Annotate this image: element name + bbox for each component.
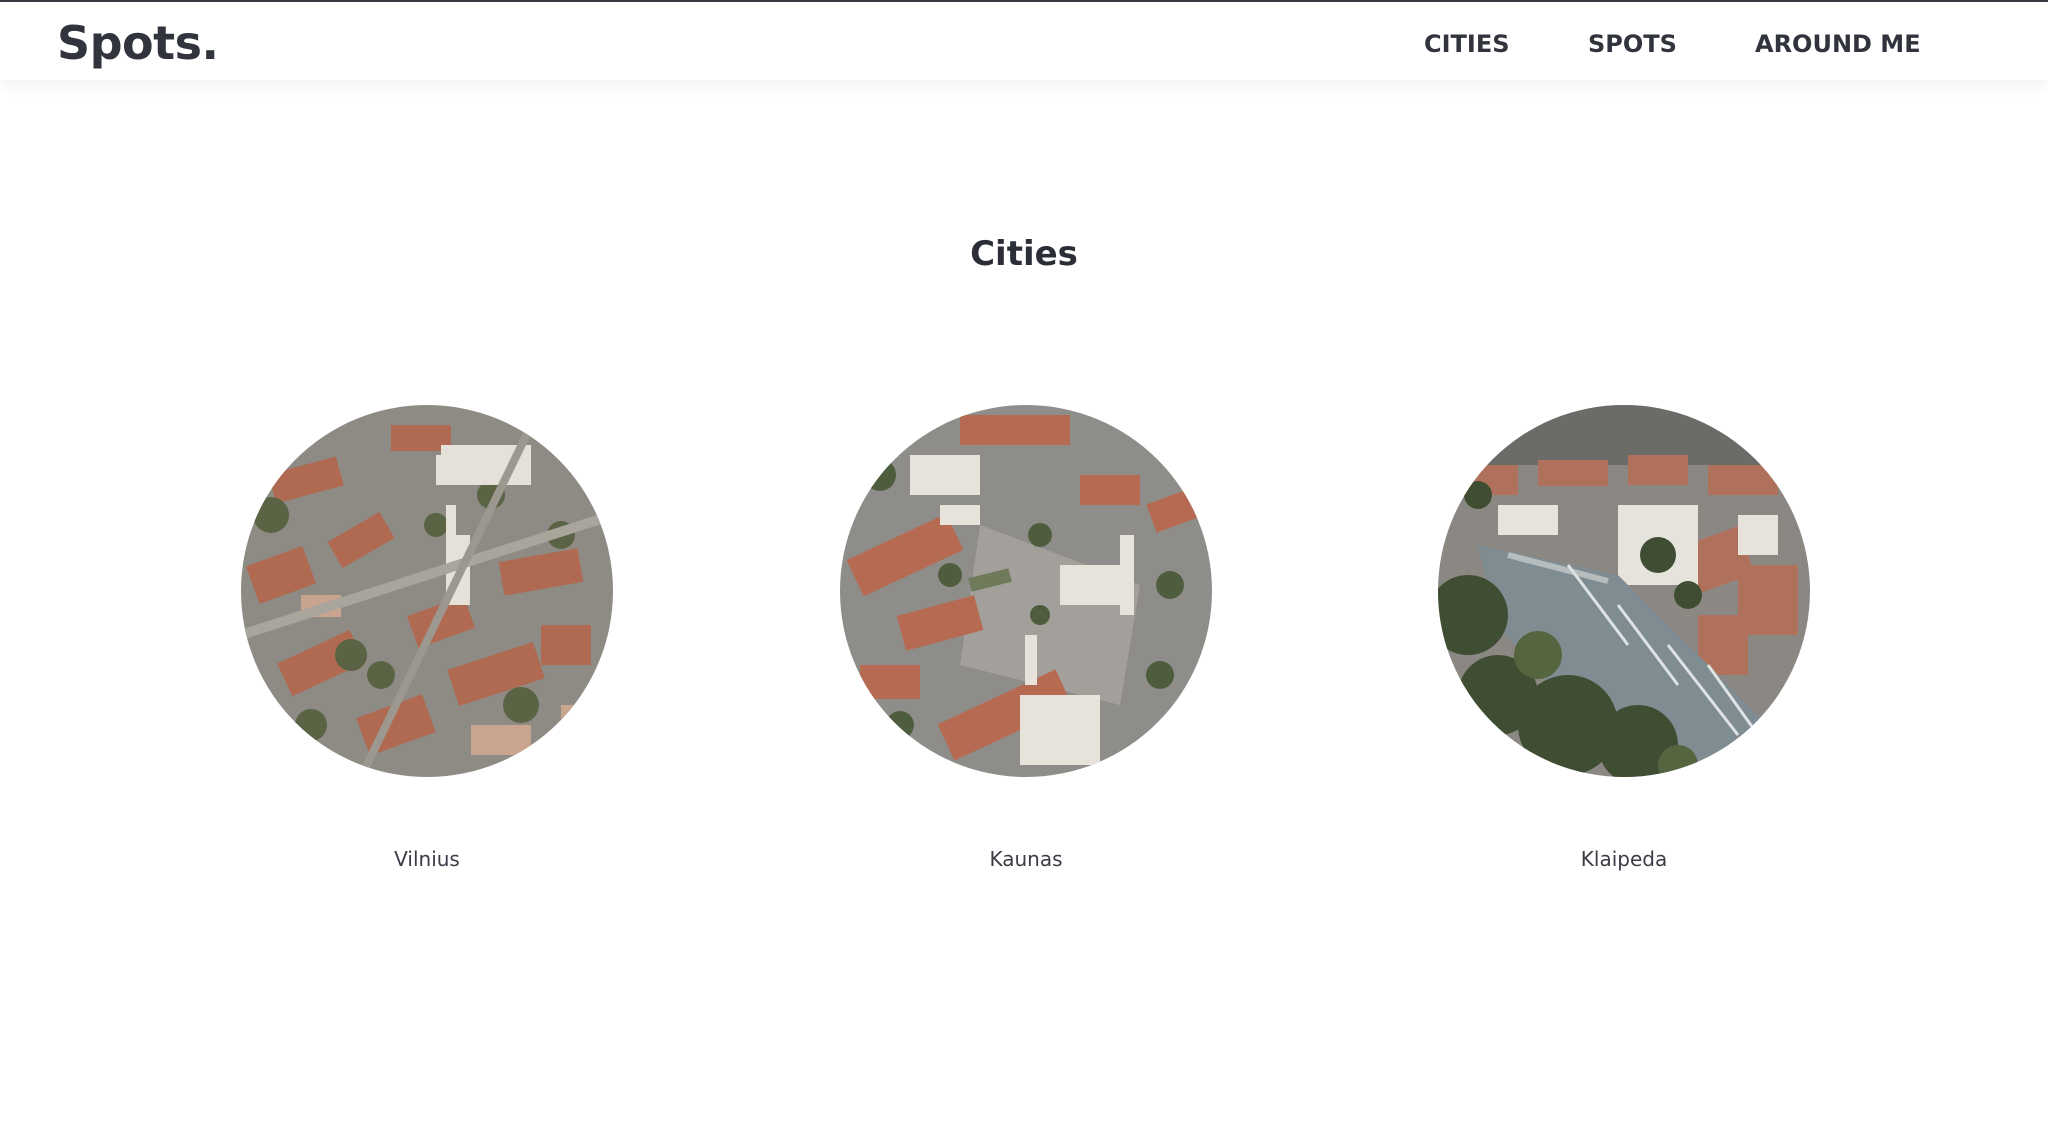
city-image-kaunas[interactable] — [840, 405, 1212, 777]
page: Spots. CITIES SPOTS AROUND ME Cities Vil… — [0, 0, 2048, 1138]
page-title: Cities — [970, 234, 1078, 274]
site-logo[interactable]: Spots. — [57, 12, 219, 74]
aerial-photo-vilnius — [241, 405, 613, 777]
nav-link-cities[interactable]: CITIES — [1424, 26, 1510, 62]
nav-link-spots[interactable]: SPOTS — [1588, 26, 1677, 62]
city-image-vilnius[interactable] — [241, 405, 613, 777]
main-nav: CITIES SPOTS AROUND ME — [1400, 26, 1921, 62]
city-image-klaipeda[interactable] — [1438, 405, 1810, 777]
city-card-kaunas[interactable]: Kaunas — [840, 405, 1212, 873]
city-name-kaunas[interactable]: Kaunas — [840, 845, 1212, 873]
aerial-photo-kaunas — [840, 405, 1212, 777]
city-card-vilnius[interactable]: Vilnius — [241, 405, 613, 873]
nav-link-around-me[interactable]: AROUND ME — [1755, 26, 1921, 62]
site-header: Spots. CITIES SPOTS AROUND ME — [0, 2, 2048, 80]
city-name-klaipeda[interactable]: Klaipeda — [1438, 845, 1810, 873]
aerial-photo-klaipeda — [1438, 405, 1810, 777]
city-name-vilnius[interactable]: Vilnius — [241, 845, 613, 873]
city-card-klaipeda[interactable]: Klaipeda — [1438, 405, 1810, 873]
